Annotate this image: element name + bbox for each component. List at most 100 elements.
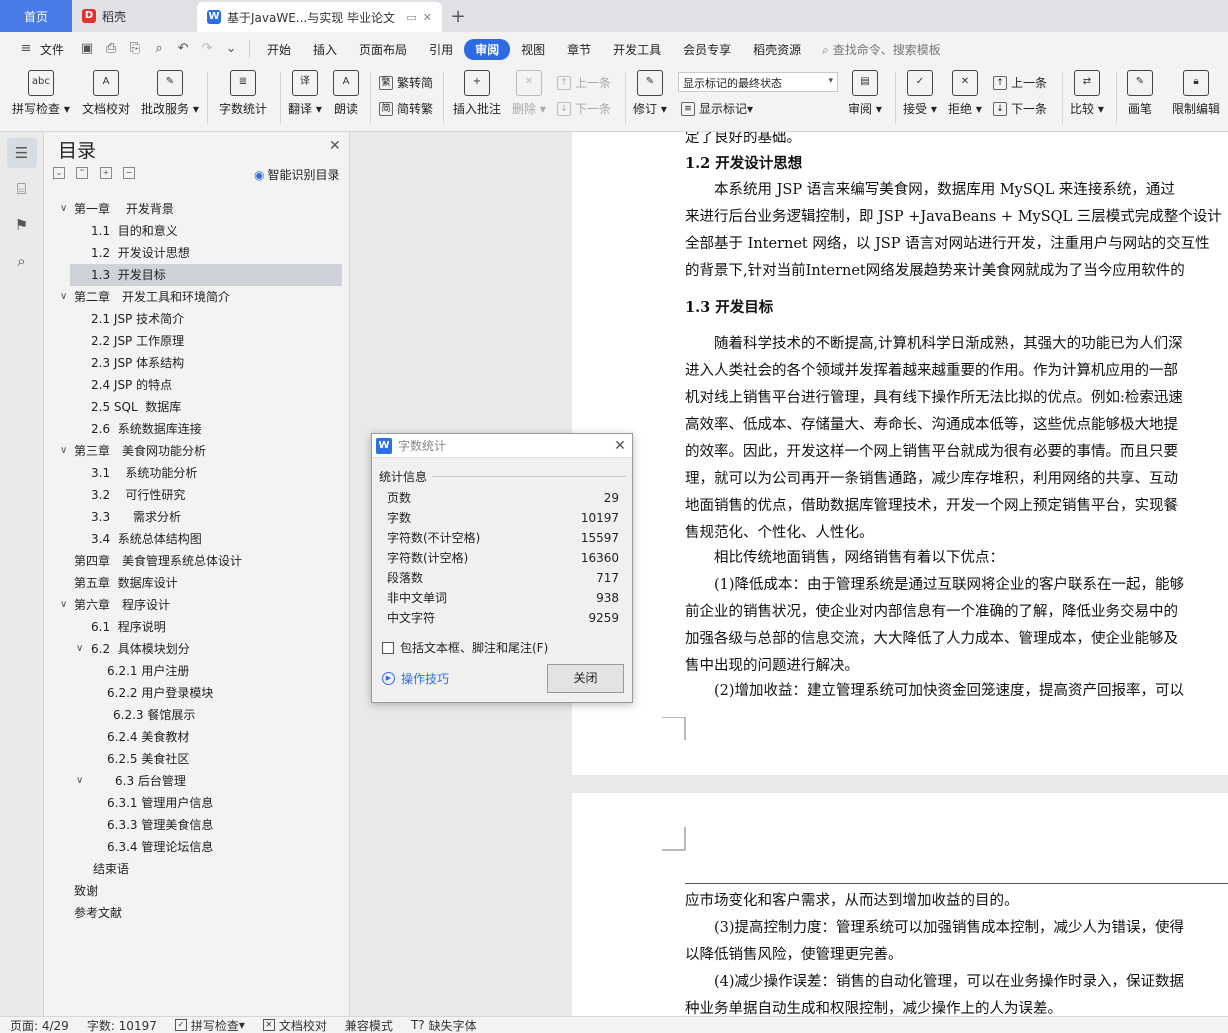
prev-comment-button[interactable]: ↑ 上一条 xyxy=(557,74,611,91)
print-preview-icon[interactable]: ⌕ xyxy=(150,40,168,58)
trad-to-simp-button[interactable]: 繁繁转简 xyxy=(379,74,433,91)
bookmark-icon[interactable]: ⚑ xyxy=(7,210,37,240)
menu-developer[interactable]: 开发工具 xyxy=(602,39,672,60)
insert-comment-button[interactable]: + 插入批注 xyxy=(453,70,501,117)
batch-service-button[interactable]: ✎ 批改服务 ▾ xyxy=(141,70,199,117)
close-icon[interactable]: ✕ xyxy=(608,438,632,454)
close-button[interactable]: 关闭 xyxy=(547,664,624,693)
close-tab-icon[interactable]: ✕ xyxy=(423,11,432,24)
menu-chapter[interactable]: 章节 xyxy=(556,39,602,60)
status-spell-check[interactable]: ✓ 拼写检查 ▾ xyxy=(174,1017,245,1033)
print-icon[interactable]: ⎘ xyxy=(126,40,144,58)
more-icon[interactable]: ⌄ xyxy=(222,40,240,58)
toc-item[interactable]: 3.1 系统功能分析 xyxy=(58,462,342,484)
next-change-button[interactable]: ↓ 下一条 xyxy=(993,100,1047,117)
doc-proof-button[interactable]: A 文档校对 xyxy=(82,70,130,117)
expand-level-icon[interactable]: ⌃ xyxy=(76,167,88,179)
toc-item[interactable]: 6.3.3 管理美食信息 xyxy=(58,814,342,836)
chevron-down-icon[interactable]: ∨ xyxy=(60,594,67,616)
compare-button[interactable]: ⇄ 比较 ▾ xyxy=(1070,70,1104,117)
redo-icon[interactable]: ↷ xyxy=(198,40,216,58)
export-icon[interactable]: ⎙ xyxy=(102,40,120,58)
hamburger-menu-icon[interactable]: ≡ xyxy=(17,40,35,58)
toc-item[interactable]: 2.2 JSP 工作原理 xyxy=(58,330,342,352)
collapse-level-icon[interactable]: ⌄ xyxy=(53,167,65,179)
menu-member[interactable]: 会员专享 xyxy=(672,39,742,60)
tips-link[interactable]: ▶ 操作技巧 xyxy=(382,670,449,687)
menu-daoke-resources[interactable]: 稻壳资源 xyxy=(742,39,812,60)
toc-item[interactable]: ∨ 第一章 开发背景 xyxy=(58,198,342,220)
collapse-all-icon[interactable]: − xyxy=(123,167,135,179)
document-page[interactable]: 应市场变化和客户需求，从而达到增加收益的目的。 (3)提高控制力度：管理系统可以… xyxy=(572,793,1228,1016)
tab-home[interactable]: 首页 xyxy=(0,0,72,32)
monitor-icon[interactable]: ▭ xyxy=(406,11,416,24)
toc-item[interactable]: 2.5 SQL 数据库 xyxy=(58,396,342,418)
chevron-down-icon[interactable]: ∨ xyxy=(76,770,83,792)
toc-item[interactable]: 1.2 开发设计思想 xyxy=(58,242,342,264)
accept-button[interactable]: ✓ 接受 ▾ xyxy=(903,70,937,117)
new-tab-button[interactable]: + xyxy=(442,0,474,32)
toc-item[interactable]: ∨ 6.3 后台管理 xyxy=(58,770,342,792)
toc-item[interactable]: 致谢 xyxy=(58,880,342,902)
save-icon[interactable]: ▣ xyxy=(78,40,96,58)
toc-item[interactable]: ∨ 第二章 开发工具和环境简介 xyxy=(58,286,342,308)
toc-item[interactable]: 3.2 可行性研究 xyxy=(58,484,342,506)
tab-daoke[interactable]: D 稻壳 xyxy=(72,0,197,32)
tab-document[interactable]: W 基于JavaWE...与实现 毕业论文 ▭ ✕ xyxy=(197,2,442,32)
chevron-down-icon[interactable]: ∨ xyxy=(60,198,67,220)
show-markup-button[interactable]: ≡ 显示标记 ▾ xyxy=(681,100,753,117)
word-count-button[interactable]: ≣ 字数统计 xyxy=(219,70,267,117)
toc-item[interactable]: ∨ 6.2 具体模块划分 xyxy=(58,638,342,660)
read-aloud-button[interactable]: A 朗读 xyxy=(333,70,359,117)
menu-file[interactable]: 文件 xyxy=(38,39,75,60)
menu-review[interactable]: 审阅 xyxy=(464,38,511,60)
dialog-title-bar[interactable]: W 字数统计 ✕ xyxy=(372,434,632,458)
toc-item[interactable]: 6.2.3 餐馆展示 xyxy=(58,704,342,726)
delete-comment-button[interactable]: ✕ 删除 ▾ xyxy=(512,70,546,117)
menu-page-layout[interactable]: 页面布局 xyxy=(348,39,418,60)
spell-check-button[interactable]: abc 拼写检查 ▾ xyxy=(12,70,70,117)
toc-item[interactable]: 2.3 JSP 体系结构 xyxy=(58,352,342,374)
toc-item[interactable]: 2.1 JSP 技术简介 xyxy=(58,308,342,330)
toc-item[interactable]: 6.2.5 美食社区 xyxy=(58,748,342,770)
toc-item[interactable]: 第四章 美食管理系统总体设计 xyxy=(58,550,342,572)
smart-toc-button[interactable]: ◉ 智能识别目录 xyxy=(254,166,340,183)
menu-references[interactable]: 引用 xyxy=(418,39,464,60)
menu-start[interactable]: 开始 xyxy=(256,39,302,60)
close-icon[interactable]: ✕ xyxy=(329,138,341,154)
toc-item[interactable]: 6.3.4 管理论坛信息 xyxy=(58,836,342,858)
document-page[interactable]: 定了良好的基础。 1.2 开发设计思想 本系统用 JSP 语言来编写美食网，数据… xyxy=(572,132,1228,775)
status-doc-proof[interactable]: ✕ 文档校对 xyxy=(262,1017,327,1033)
toc-item[interactable]: 2.6 系统数据库连接 xyxy=(58,418,342,440)
menu-view[interactable]: 视图 xyxy=(510,39,556,60)
menu-insert[interactable]: 插入 xyxy=(302,39,348,60)
restrict-edit-button[interactable]: 🔒︎ 限制编辑 xyxy=(1172,70,1220,117)
checkbox-box[interactable] xyxy=(382,641,394,654)
word-count-indicator[interactable]: 字数: 10197 xyxy=(87,1017,157,1033)
toc-panel-icon[interactable]: ☰ xyxy=(6,138,37,168)
prev-change-button[interactable]: ↑ 上一条 xyxy=(993,74,1047,91)
chapter-panel-icon[interactable]: ⌸ xyxy=(7,174,37,204)
toc-item[interactable]: 参考文献 xyxy=(58,902,342,924)
markup-state-select[interactable]: 显示标记的最终状态 ▾ xyxy=(678,72,838,92)
toc-item[interactable]: 6.2.2 用户登录模块 xyxy=(58,682,342,704)
simp-to-trad-button[interactable]: 简简转繁 xyxy=(379,100,433,117)
toc-item[interactable]: ∨ 第三章 美食网功能分析 xyxy=(58,440,342,462)
toc-item[interactable]: 6.2.4 美食教材 xyxy=(58,726,342,748)
expand-all-icon[interactable]: + xyxy=(100,167,112,179)
track-changes-button[interactable]: ✎ 修订 ▾ xyxy=(633,70,667,117)
toc-item[interactable]: 6.3.1 管理用户信息 xyxy=(58,792,342,814)
toc-item[interactable]: ∨ 第六章 程序设计 xyxy=(58,594,342,616)
reject-button[interactable]: ✕ 拒绝 ▾ xyxy=(948,70,982,117)
search-icon[interactable]: ⌕ xyxy=(7,246,37,276)
command-search[interactable]: ⌕ 查找命令、搜索模板 xyxy=(822,41,941,58)
chevron-down-icon[interactable]: ∨ xyxy=(60,286,67,308)
toc-item[interactable]: 1.1 目的和意义 xyxy=(58,220,342,242)
page-indicator[interactable]: 页面: 4/29 xyxy=(10,1017,69,1033)
translate-button[interactable]: 译翻译 ▾ xyxy=(288,70,322,117)
include-textbox-checkbox[interactable]: 包括文本框、脚注和尾注(F) xyxy=(382,639,548,656)
toc-item[interactable]: 第五章 数据库设计 xyxy=(58,572,342,594)
toc-item-selected[interactable]: 1.3 开发目标 xyxy=(70,264,342,286)
toc-item[interactable]: 2.4 JSP 的特点 xyxy=(58,374,342,396)
toc-item[interactable]: 6.2.1 用户注册 xyxy=(58,660,342,682)
